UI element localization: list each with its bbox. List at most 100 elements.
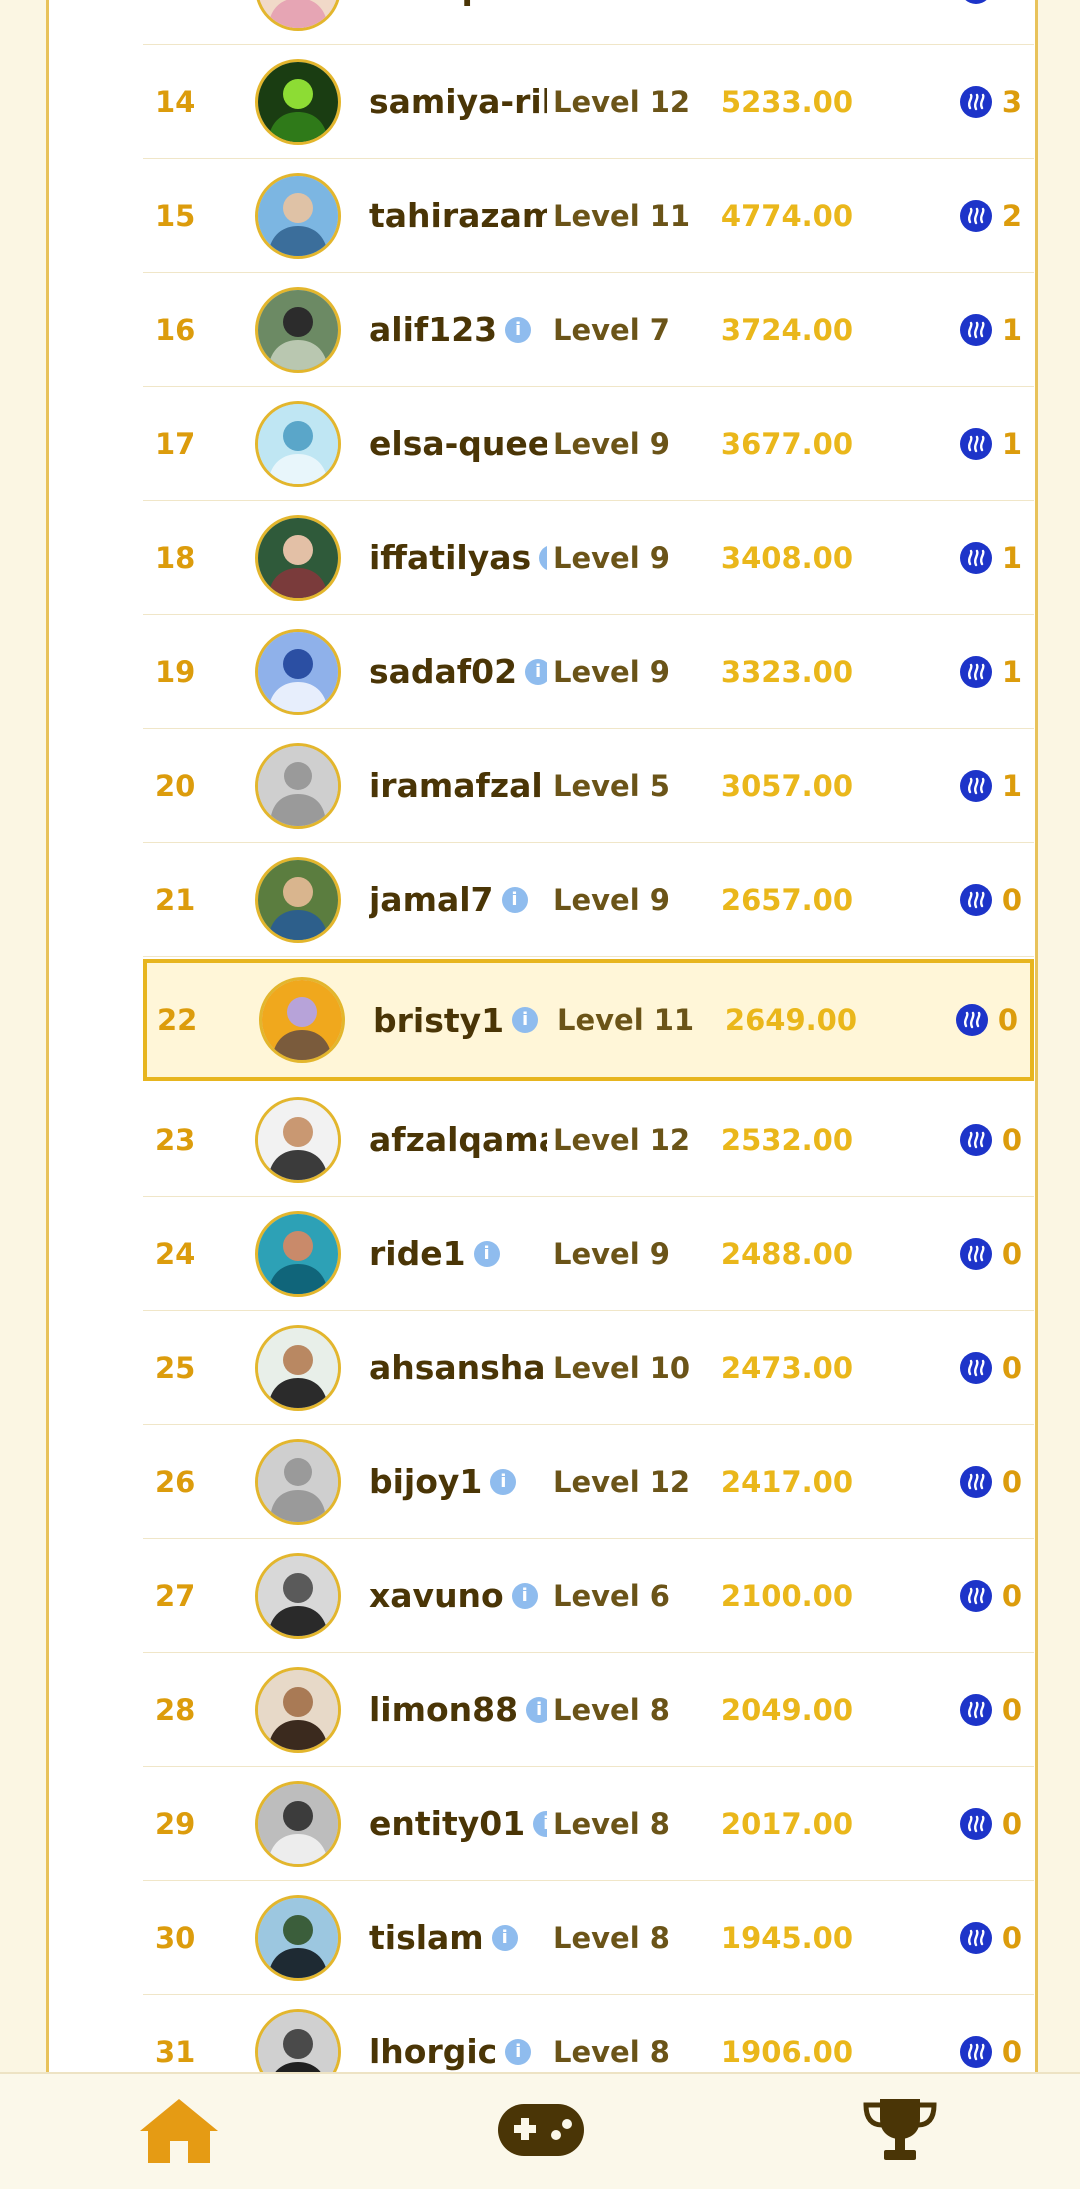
steem-coin-icon <box>959 1465 992 1498</box>
username[interactable]: elsa-queen <box>369 424 547 463</box>
username-text: entity01 <box>369 1804 526 1843</box>
reward: 0 <box>959 1692 1022 1727</box>
info-icon[interactable]: i <box>490 1468 517 1495</box>
user-avatar[interactable] <box>255 1210 341 1297</box>
user-level: Level 12 <box>553 1464 691 1499</box>
user-level: Level 8 <box>553 1692 670 1727</box>
user-avatar[interactable] <box>255 856 341 943</box>
leaderboard-row[interactable]: 16 alif123 i Level 7 3724.00 1 <box>143 273 1034 387</box>
username[interactable]: afzalqamar <box>369 1120 547 1159</box>
user-avatar[interactable] <box>255 172 341 259</box>
leaderboard-row[interactable]: 24 ride1 i Level 9 2488.00 0 <box>143 1197 1034 1311</box>
info-icon[interactable]: i <box>505 316 532 343</box>
leaderboard-row[interactable]: 30 tislam i Level 8 1945.00 0 <box>143 1881 1034 1995</box>
reward: 1 <box>959 769 1022 803</box>
user-avatar[interactable] <box>255 400 341 487</box>
rank-number: 29 <box>155 1806 196 1841</box>
info-icon[interactable]: i <box>525 658 547 685</box>
info-icon[interactable]: i <box>539 544 547 571</box>
username[interactable]: tislam i <box>369 1918 547 1957</box>
leaderboard-row-current-user[interactable]: 22 bristy1 i Level 11 2649.00 0 <box>143 959 1034 1081</box>
username[interactable]: alif123 i <box>369 310 547 349</box>
info-icon[interactable]: i <box>491 1924 518 1951</box>
info-icon[interactable]: i <box>505 2038 532 2065</box>
user-avatar[interactable] <box>255 58 341 145</box>
info-icon[interactable]: i <box>512 1007 539 1033</box>
user-avatar[interactable] <box>255 1552 341 1639</box>
leaderboard-row[interactable]: 20 iramafzaliLevel 5 3057.00 1 <box>143 729 1034 843</box>
rank-number: 16 <box>155 312 196 347</box>
leaderboard-row[interactable]: 26 bijoy1 i Level 12 2417.00 0 <box>143 1425 1034 1539</box>
username[interactable]: ride1 i <box>369 1234 547 1273</box>
user-avatar[interactable] <box>255 1666 341 1753</box>
reward-count: 1 <box>1001 426 1022 461</box>
user-avatar[interactable] <box>255 1894 341 1981</box>
username[interactable]: bristy1 i <box>373 1001 551 1040</box>
user-avatar[interactable] <box>255 1096 341 1183</box>
leaderboard-row[interactable]: 18 iffatilyas iLevel 9 3408.00 1 <box>143 501 1034 615</box>
username[interactable]: bijoy1 i <box>369 1462 547 1501</box>
username[interactable]: sadaf02 i <box>369 652 547 691</box>
score-value: 2657.00 <box>720 882 853 917</box>
leaderboard-row[interactable]: 28 limon88 i Level 8 2049.00 0 <box>143 1653 1034 1767</box>
rank-number: 17 <box>155 426 196 461</box>
user-avatar[interactable] <box>255 742 341 829</box>
leaderboard-row[interactable]: 21 jamal7 i Level 9 2657.00 0 <box>143 843 1034 957</box>
steem-coin-icon <box>959 1807 992 1840</box>
user-avatar[interactable] <box>255 628 341 715</box>
user-avatar[interactable] <box>255 1780 341 1867</box>
username-text: alif123 <box>369 310 498 349</box>
username[interactable]: jamal7 i <box>369 880 547 919</box>
username-text: xavuno <box>369 1576 504 1615</box>
username[interactable]: limon88 i <box>369 1690 547 1729</box>
leaderboard-row[interactable]: 27 xavuno i Level 6 2100.00 0 <box>143 1539 1034 1653</box>
leaderboard-row[interactable]: 14 samiya-rih Level 12 5233.00 3 <box>143 45 1034 159</box>
steem-coin-icon <box>959 1579 992 1612</box>
score-value: 1945.00 <box>720 1920 853 1955</box>
username-text: bristy1 <box>373 1000 505 1040</box>
steem-coin-icon <box>959 313 992 346</box>
username[interactable]: tahirazama <box>369 196 547 235</box>
info-icon[interactable]: i <box>473 1240 500 1267</box>
rank-number: 31 <box>155 2034 196 2069</box>
username[interactable]: lhorgic i <box>369 2032 547 2071</box>
leaderboard-row[interactable]: 23 afzalqamarLevel 12 2532.00 0 <box>143 1083 1034 1197</box>
user-avatar[interactable] <box>259 977 345 1063</box>
bottom-navigation <box>0 2072 1080 2189</box>
leaderboard-row[interactable]: 15 tahirazamaLevel 11 4774.00 2 <box>143 159 1034 273</box>
games-button[interactable] <box>496 2094 586 2166</box>
info-icon[interactable]: i <box>501 886 528 913</box>
leaderboard-row[interactable]: 19 sadaf02 i Level 9 3323.00 1 <box>143 615 1034 729</box>
username-text: lhorgic <box>369 2032 498 2071</box>
user-avatar[interactable] <box>255 1324 341 1411</box>
leaderboard-row[interactable]: 29 entity01 i Level 8 2017.00 0 <box>143 1767 1034 1881</box>
leaderboard-row[interactable]: 25 ahsanshariLevel 10 2473.00 0 <box>143 1311 1034 1425</box>
leaderboard-button[interactable] <box>860 2094 940 2166</box>
reward-count: 0 <box>997 1003 1018 1037</box>
score-value: 5338.00 <box>713 0 853 5</box>
username[interactable]: tahispadro <box>369 0 547 7</box>
reward-count: 0 <box>1001 1692 1022 1727</box>
home-button[interactable] <box>138 2094 220 2166</box>
info-icon[interactable]: i <box>511 1582 538 1609</box>
reward: 0 <box>959 2035 1022 2069</box>
username[interactable]: samiya-rih <box>369 82 547 121</box>
info-icon[interactable]: i <box>533 1810 547 1837</box>
leaderboard-row[interactable]: 17 elsa-queenLevel 9 3677.00 1 <box>143 387 1034 501</box>
info-icon[interactable]: i <box>526 1696 547 1723</box>
username[interactable]: xavuno i <box>369 1576 547 1615</box>
user-avatar[interactable] <box>255 286 341 373</box>
username[interactable]: iffatilyas i <box>369 538 547 577</box>
username[interactable]: ahsanshari <box>369 1348 547 1387</box>
user-avatar[interactable] <box>255 1438 341 1525</box>
username[interactable]: iramafzali <box>369 766 547 805</box>
user-avatar[interactable] <box>255 0 341 31</box>
user-level: Level 8 <box>553 1920 670 1955</box>
user-level: Level 8 <box>553 1806 670 1841</box>
username-text: bijoy1 <box>369 1462 483 1501</box>
rank-number: 20 <box>155 768 196 803</box>
leaderboard-row[interactable]: 13 tahispadro Level 11 5338.00 3 <box>143 0 1034 45</box>
user-avatar[interactable] <box>255 514 341 601</box>
username[interactable]: entity01 i <box>369 1804 547 1843</box>
reward-count: 3 <box>1001 84 1022 119</box>
